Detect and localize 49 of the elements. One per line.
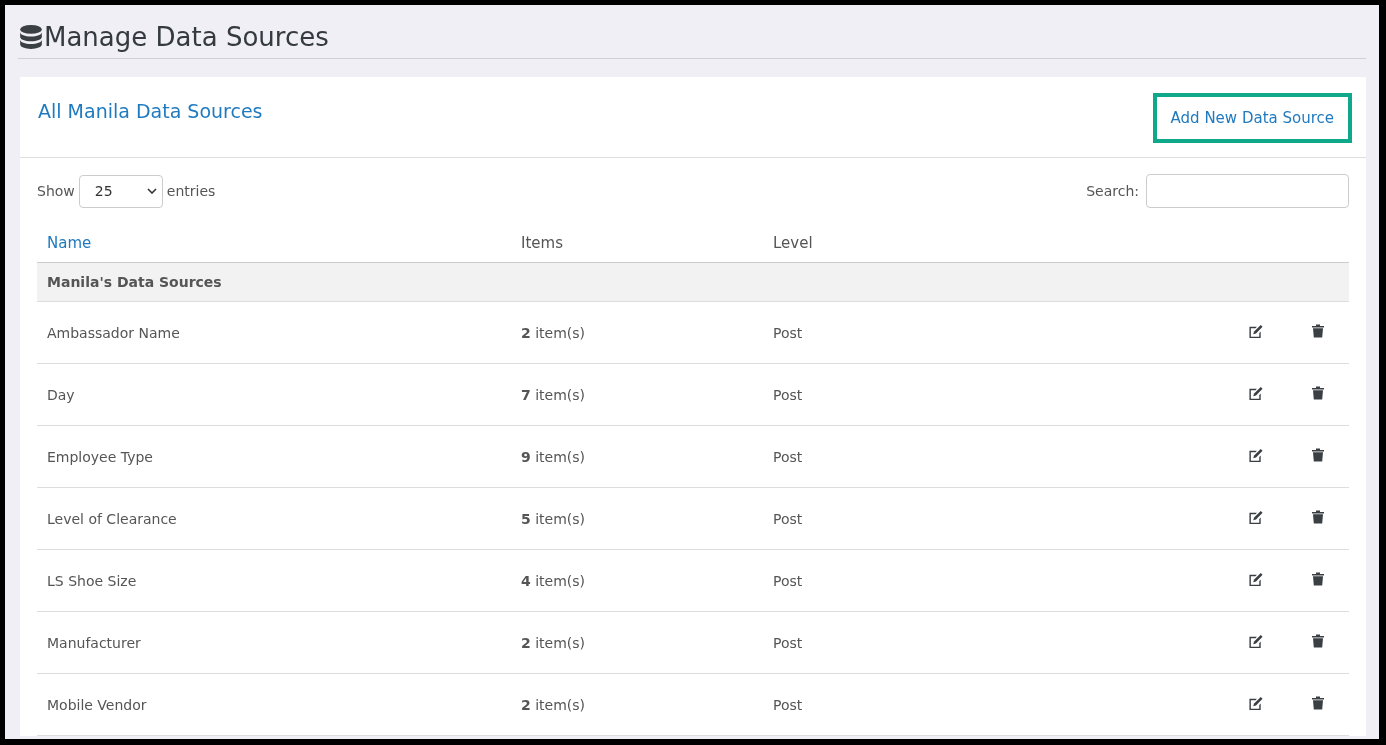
level-cell: Post	[763, 301, 1225, 364]
level-cell: Post	[763, 363, 1225, 426]
column-header[interactable]: Items	[511, 224, 763, 263]
show-label: Show	[37, 183, 75, 199]
name-cell: Day	[37, 363, 511, 426]
page-title: Manage Data Sources	[44, 21, 329, 52]
search-field[interactable]	[1146, 174, 1349, 208]
items-cell: 5 item(s)	[511, 487, 763, 550]
items-cell: 9 item(s)	[511, 425, 763, 488]
entries-label: entries	[166, 183, 216, 199]
trash-icon[interactable]	[1312, 448, 1324, 462]
edit-icon[interactable]	[1248, 695, 1264, 711]
chevron-down-icon	[146, 188, 157, 194]
group-row: Manila's Data Sources	[37, 262, 1349, 302]
level-cell: Post	[763, 487, 1225, 550]
trash-icon[interactable]	[1312, 324, 1324, 338]
level-cell: Post	[763, 425, 1225, 488]
entries-select[interactable]: 25	[78, 174, 163, 208]
name-cell: Manufacturer	[37, 611, 511, 674]
search-label: Search:	[1086, 183, 1139, 199]
edit-icon[interactable]	[1248, 385, 1264, 401]
column-header[interactable]: Name	[37, 224, 511, 263]
name-cell: Level of Clearance	[37, 487, 511, 550]
name-cell: Ambassador Name	[37, 301, 511, 364]
name-cell: Employee Type	[37, 425, 511, 488]
edit-icon[interactable]	[1248, 447, 1264, 463]
column-header[interactable]: Level	[763, 224, 1225, 263]
items-cell: 2 item(s)	[511, 611, 763, 674]
items-cell: 2 item(s)	[511, 673, 763, 736]
edit-icon[interactable]	[1248, 323, 1264, 339]
edit-icon[interactable]	[1248, 509, 1264, 525]
card-title: All Manila Data Sources	[38, 100, 263, 122]
name-cell: LS Shoe Size	[37, 549, 511, 612]
level-cell: Post	[763, 673, 1225, 736]
items-cell: 7 item(s)	[511, 363, 763, 426]
trash-icon[interactable]	[1312, 572, 1324, 586]
items-cell: 4 item(s)	[511, 549, 763, 612]
edit-icon[interactable]	[1248, 633, 1264, 649]
trash-icon[interactable]	[1312, 634, 1324, 648]
level-cell: Post	[763, 549, 1225, 612]
level-cell: Post	[763, 611, 1225, 674]
trash-icon[interactable]	[1312, 510, 1324, 524]
edit-icon[interactable]	[1248, 571, 1264, 587]
database-icon	[18, 23, 44, 50]
trash-icon[interactable]	[1312, 386, 1324, 400]
add-data-source-button[interactable]: Add New Data Source	[1152, 93, 1352, 143]
items-cell: 2 item(s)	[511, 301, 763, 364]
name-cell: Mobile Vendor	[37, 673, 511, 736]
trash-icon[interactable]	[1312, 696, 1324, 710]
